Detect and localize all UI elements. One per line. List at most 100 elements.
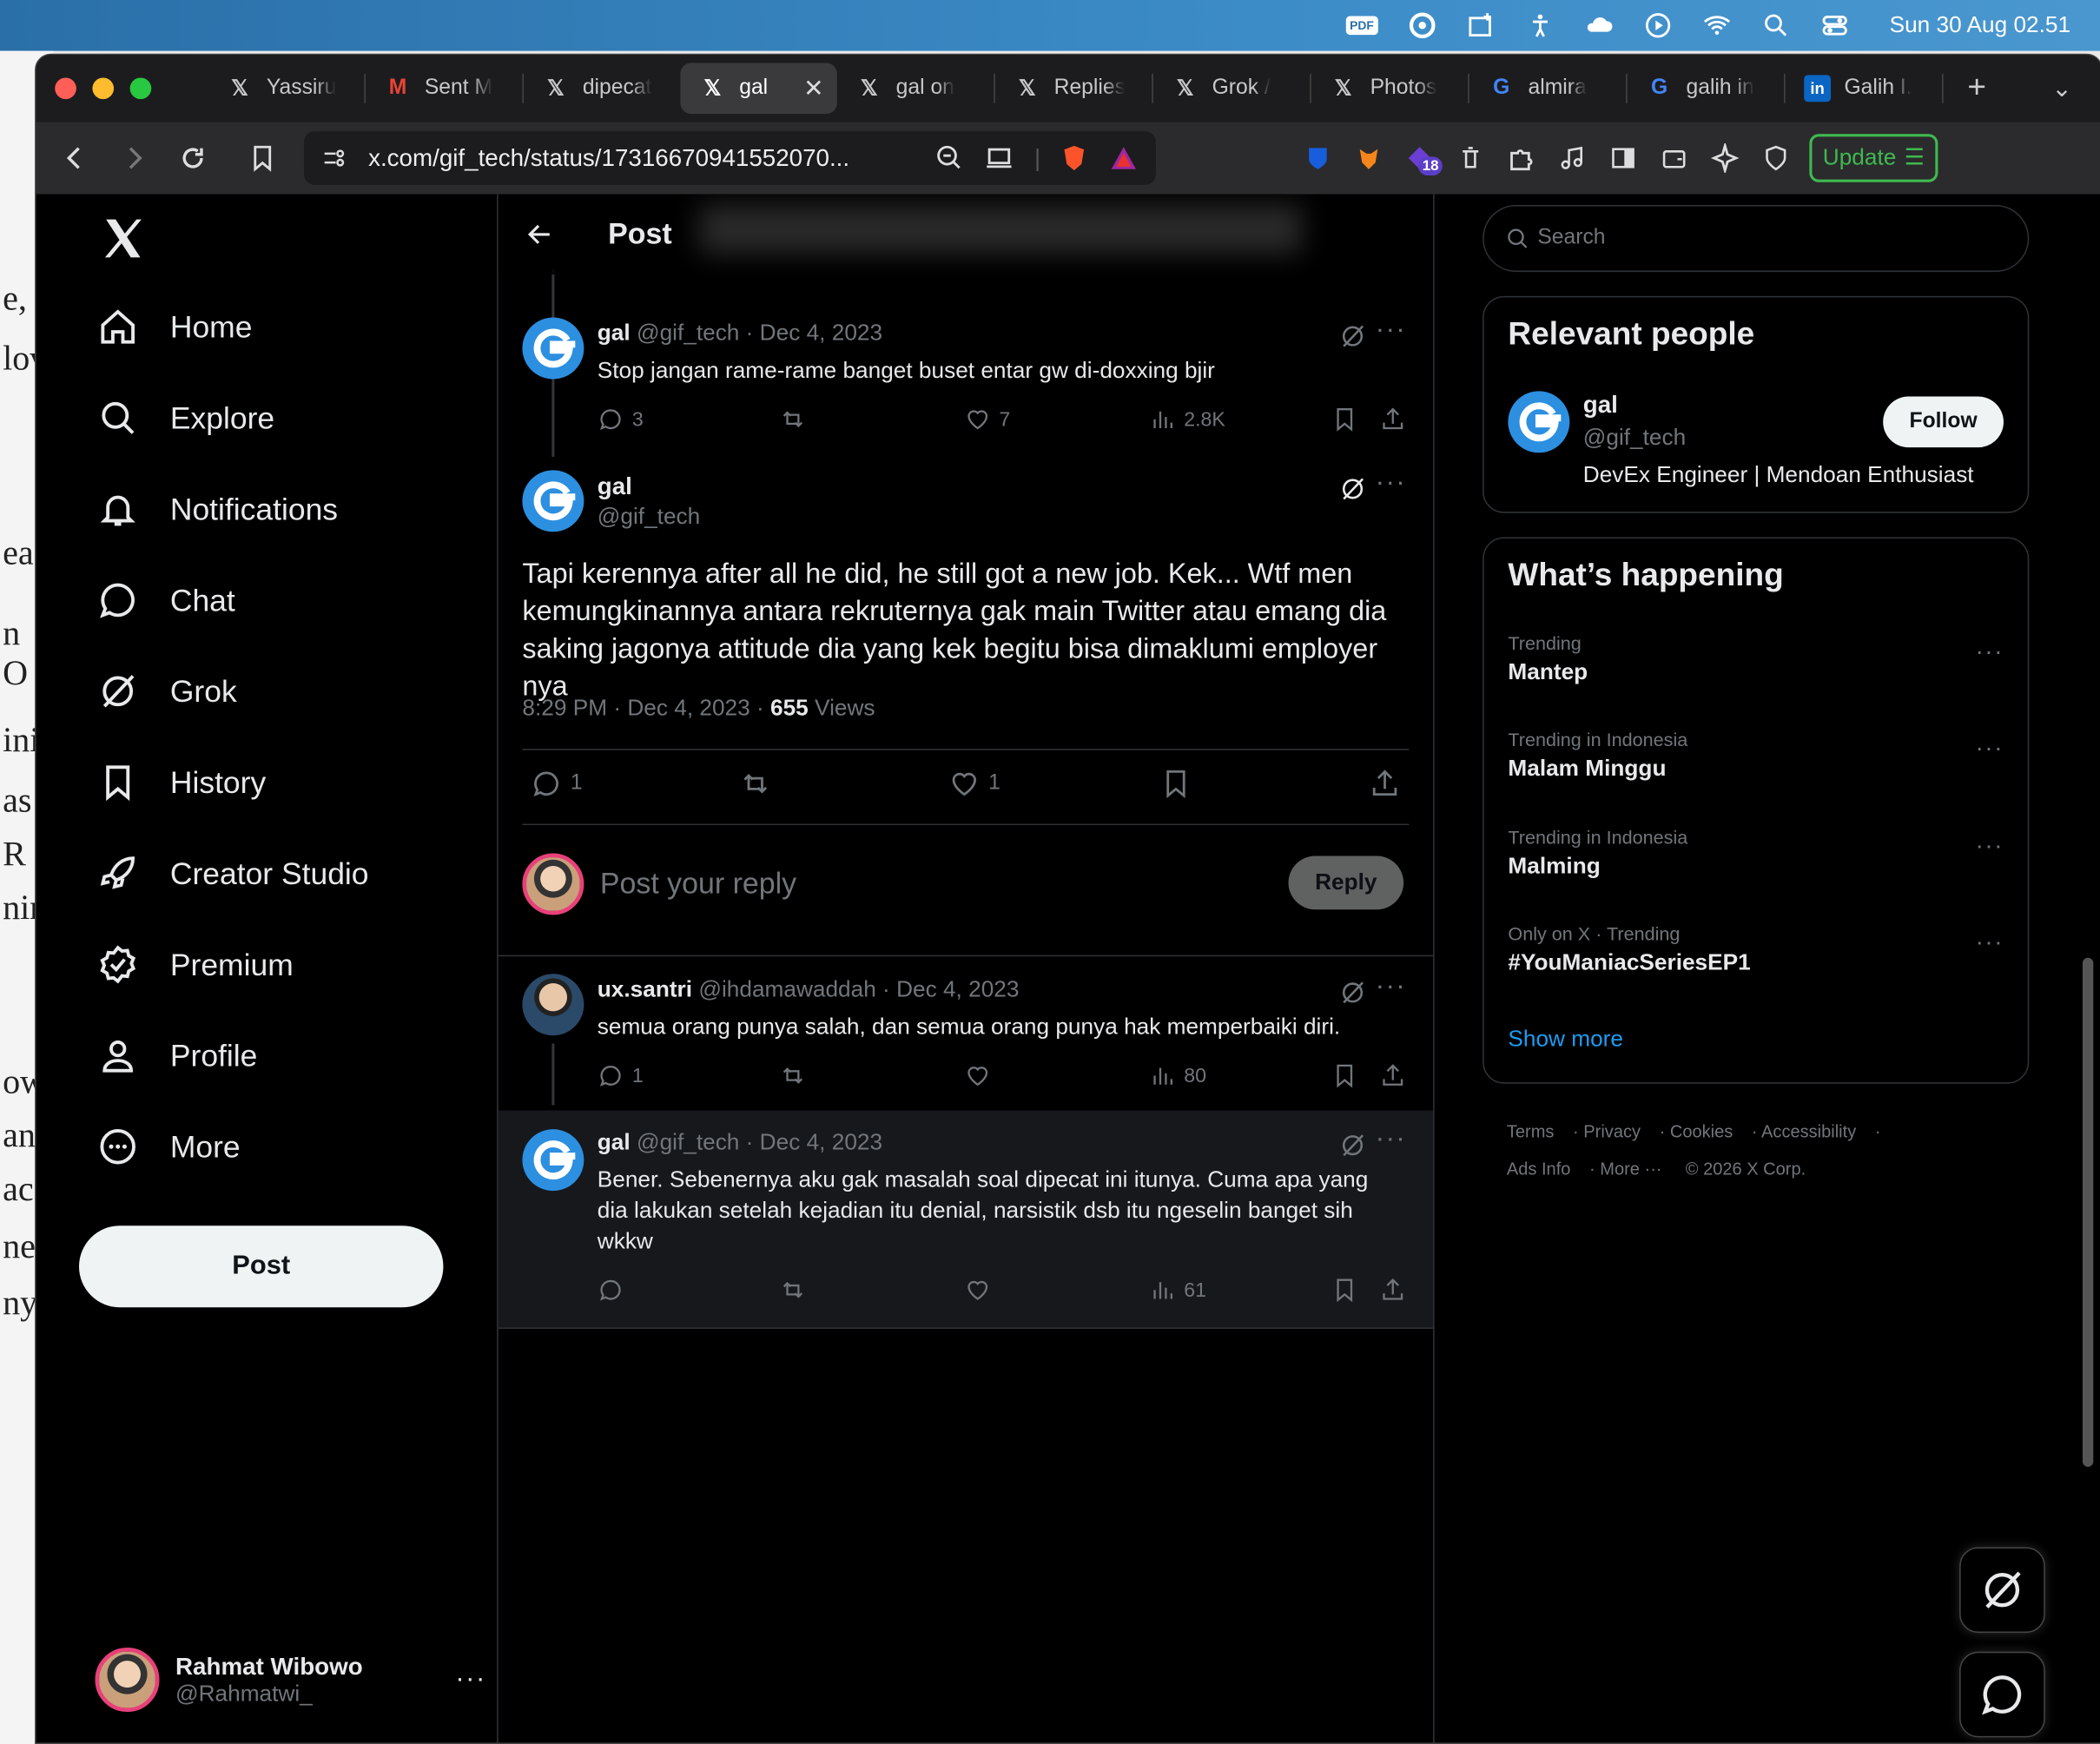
person-name[interactable]: gal <box>1583 391 1618 419</box>
puzzle-extensions-icon[interactable] <box>1507 143 1536 173</box>
nav-chat[interactable]: Chat <box>98 580 235 620</box>
tab-dipecat[interactable]: 𝕏dipecat <box>524 63 680 114</box>
tweet-gal-1[interactable]: gal @gif_tech · Dec 4, 2023 ··· Stop jan… <box>499 307 1433 454</box>
timestamp[interactable]: 8:29 PM · Dec 4, 2023 · <box>522 695 770 720</box>
new-tab-button[interactable]: + <box>1967 69 1986 107</box>
nav-creator-studio[interactable]: Creator Studio <box>98 853 369 893</box>
tab-replies[interactable]: 𝕏 Replies <box>995 63 1152 114</box>
cast-icon[interactable] <box>983 143 1015 173</box>
grok-icon[interactable] <box>1339 979 1366 1006</box>
share-button[interactable] <box>1369 768 1401 800</box>
more-icon[interactable]: ··· <box>1976 637 2004 665</box>
gal-avatar[interactable] <box>1508 391 1570 453</box>
cloud-icon[interactable] <box>1584 10 1614 40</box>
brave-rewards-icon[interactable] <box>1107 143 1139 173</box>
site-settings-icon[interactable] <box>320 145 347 172</box>
chevron-down-icon[interactable]: ⌄ <box>2051 75 2071 102</box>
record-icon[interactable] <box>1407 10 1436 40</box>
share-button[interactable] <box>1379 406 1406 433</box>
nav-notifications[interactable]: Notifications <box>98 489 338 529</box>
retweet-button[interactable] <box>780 406 807 433</box>
screenshot-icon[interactable] <box>1466 10 1496 40</box>
footer-link-more[interactable]: More ··· <box>1600 1159 1661 1179</box>
grok-icon[interactable] <box>1339 1132 1366 1159</box>
nav-profile[interactable]: Profile <box>98 1035 257 1075</box>
reply-input[interactable]: Post your reply <box>600 867 796 902</box>
gal-avatar[interactable] <box>522 317 584 380</box>
reload-icon[interactable] <box>178 143 208 173</box>
nav-grok[interactable]: Grok <box>98 671 237 711</box>
tab-photos[interactable]: 𝕏 Photos <box>1311 63 1468 114</box>
footer-link-ads-info[interactable]: Ads Info <box>1507 1159 1571 1179</box>
bookmark-button[interactable] <box>1159 768 1192 800</box>
x-logo-icon[interactable] <box>101 215 146 261</box>
accessibility-icon[interactable] <box>1525 10 1555 40</box>
views-button[interactable]: 61 <box>1149 1277 1206 1304</box>
like-button[interactable]: 7 <box>964 406 1010 433</box>
reply-button[interactable]: 1 <box>598 1062 644 1089</box>
brave-shield-icon[interactable] <box>1060 142 1089 174</box>
author-name[interactable]: ux.santri <box>598 976 692 1001</box>
nav-explore[interactable]: Explore <box>98 398 274 438</box>
footer-link-cookies[interactable]: Cookies <box>1670 1121 1733 1141</box>
trend-item[interactable]: Trending in Indonesia Malming ··· <box>1508 827 2004 881</box>
nav-more[interactable]: More <box>98 1126 241 1166</box>
author-handle[interactable]: @gif_tech <box>598 504 700 531</box>
search-input[interactable]: Search <box>1483 204 2030 273</box>
more-icon[interactable]: ··· <box>1976 734 2004 762</box>
extension-with-badge-icon[interactable]: 18 <box>1405 143 1443 176</box>
views-button[interactable]: 2.8K <box>1149 406 1225 433</box>
reply-button[interactable]: 3 <box>598 406 644 433</box>
chat-fab-button[interactable] <box>1959 1651 2045 1738</box>
views-button[interactable]: 80 <box>1149 1062 1206 1089</box>
tab-almira[interactable]: Galmira <box>1469 63 1626 114</box>
close-tab-icon[interactable]: ✕ <box>803 75 823 102</box>
minimize-window-button[interactable] <box>92 77 115 100</box>
author-meta[interactable]: @ihdamawaddah · Dec 4, 2023 <box>698 976 1019 1001</box>
close-window-button[interactable] <box>55 77 76 100</box>
author-meta[interactable]: @gif_tech · Dec 4, 2023 <box>637 320 882 346</box>
nav-history[interactable]: History <box>98 763 266 803</box>
reply-button[interactable] <box>598 1277 624 1304</box>
grok-icon[interactable] <box>1339 476 1366 503</box>
footer-link-terms[interactable]: Terms <box>1507 1121 1555 1141</box>
trend-item[interactable]: Trending Mantep ··· <box>1508 632 2004 686</box>
trash-extension-icon[interactable] <box>1456 143 1485 173</box>
bookmark-button[interactable] <box>1331 406 1358 433</box>
bookmark-button[interactable] <box>1331 1277 1358 1304</box>
like-button[interactable]: 1 <box>948 768 1000 800</box>
more-icon[interactable]: ··· <box>1376 467 1406 498</box>
tab-gal-active[interactable]: 𝕏gal ✕ <box>680 63 837 115</box>
grok-fab-button[interactable] <box>1959 1547 2045 1634</box>
post-button[interactable]: Post <box>78 1225 444 1308</box>
avatar[interactable] <box>522 974 584 1036</box>
tab-galih-in[interactable]: Ggalih in <box>1628 63 1784 114</box>
retweet-button[interactable] <box>780 1062 807 1089</box>
author-name[interactable]: gal <box>598 1129 631 1154</box>
person-handle[interactable]: @gif_tech <box>1583 425 1686 452</box>
fox-extension-icon[interactable] <box>1354 143 1383 173</box>
reply-submit-button[interactable]: Reply <box>1288 855 1404 910</box>
pdf-icon[interactable]: PDF <box>1345 16 1378 36</box>
wallet-icon[interactable] <box>1660 143 1689 173</box>
bitwarden-extension-icon[interactable] <box>1303 143 1332 173</box>
retweet-button[interactable] <box>739 768 771 800</box>
author-name[interactable]: gal <box>598 320 631 346</box>
follow-button[interactable]: Follow <box>1883 396 2004 448</box>
account-more-icon[interactable]: ··· <box>455 1664 485 1694</box>
footer-link-privacy[interactable]: Privacy <box>1583 1121 1641 1141</box>
scrollbar[interactable] <box>2082 957 2094 1467</box>
like-button[interactable] <box>964 1062 991 1089</box>
url-text[interactable]: x.com/gif_tech/status/17316670941552070.… <box>368 144 916 172</box>
trend-item[interactable]: Only on X · Trending #YouManiacSeriesEP1 ·… <box>1508 923 2004 977</box>
more-icon[interactable]: ··· <box>1376 971 1406 1001</box>
author-meta[interactable]: @gif_tech · Dec 4, 2023 <box>637 1129 882 1154</box>
like-button[interactable] <box>964 1277 991 1304</box>
share-button[interactable] <box>1379 1277 1406 1304</box>
more-icon[interactable]: ··· <box>1376 1124 1406 1154</box>
update-button[interactable]: Update ☰ <box>1809 134 1938 182</box>
menubar-clock[interactable]: Sun 30 Aug 02.51 <box>1890 12 2070 39</box>
vpn-shield-icon[interactable] <box>1761 143 1791 173</box>
control-center-icon[interactable] <box>1819 10 1849 40</box>
more-icon[interactable]: ··· <box>1976 832 2004 860</box>
